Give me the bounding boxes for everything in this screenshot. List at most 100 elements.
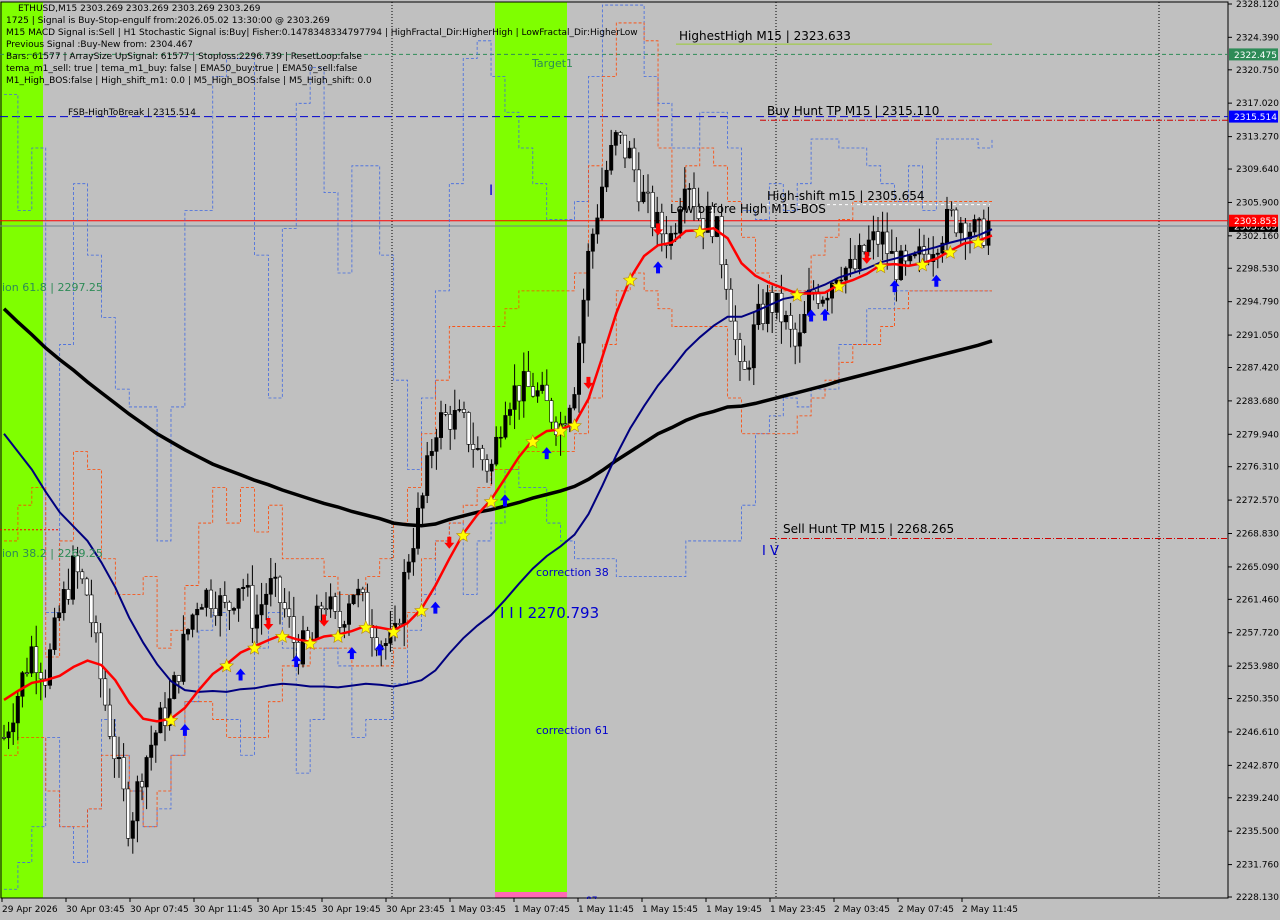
- candle-body: [793, 328, 798, 347]
- sell-hunt-label: Sell Hunt TP M15 | 2268.265: [783, 522, 954, 536]
- candle-body: [448, 414, 453, 430]
- candle: [572, 387, 577, 411]
- price-tag-label: 2303.853: [1234, 217, 1277, 227]
- candle-body: [935, 252, 940, 255]
- candle-body: [944, 208, 949, 244]
- y-tick-label: 2261.460: [1236, 595, 1279, 605]
- candle: [737, 332, 742, 382]
- candle: [714, 216, 719, 238]
- info-line-5: tema_m1_sell: true | tema_m1_buy: false …: [6, 64, 358, 74]
- candle-body: [576, 342, 581, 395]
- candle-body: [149, 744, 154, 758]
- candle-body: [333, 596, 338, 612]
- candle: [581, 288, 586, 364]
- y-tick-label: 2298.530: [1236, 264, 1279, 274]
- candle: [181, 615, 186, 685]
- price-axis[interactable]: 2328.120 2324.390 2320.750 2317.020 2313.270…: [1228, 0, 1280, 920]
- candle-body: [342, 624, 347, 628]
- high-shift-label: High-shift m15 | 2305.654: [767, 189, 925, 203]
- candle-body: [89, 594, 94, 624]
- x-tick-label: 1 May 11:45: [578, 905, 634, 915]
- candle-body: [38, 672, 43, 680]
- candle-body: [747, 367, 752, 370]
- fsb-label: FSB-HighToBreak | 2315.514: [68, 108, 196, 118]
- candle-body: [222, 595, 227, 603]
- candle-body: [397, 623, 402, 625]
- price-chart[interactable]: Target1 HighestHigh M15 | 2323.633 FSB-H…: [0, 0, 1280, 920]
- candle: [61, 581, 66, 621]
- y-tick-label: 2320.750: [1236, 66, 1279, 76]
- candle-body: [204, 589, 209, 608]
- candle: [112, 719, 117, 778]
- candle-body: [346, 603, 351, 625]
- candle: [489, 459, 494, 485]
- candle-body: [314, 605, 319, 640]
- candle: [402, 559, 407, 647]
- candle: [880, 211, 885, 261]
- candle-body: [176, 675, 181, 682]
- candle-body: [526, 371, 531, 387]
- candle-body: [20, 672, 25, 697]
- candle-body: [98, 632, 103, 680]
- candle: [186, 628, 191, 641]
- candle: [411, 527, 416, 576]
- session-highlight-mid: [495, 2, 567, 898]
- candle: [480, 444, 485, 471]
- candle: [604, 160, 609, 193]
- candle-body: [415, 507, 420, 549]
- x-tick-label: 1 May 03:45: [450, 905, 506, 915]
- candle: [232, 606, 237, 615]
- candle-body: [273, 576, 278, 579]
- candle-body: [820, 299, 825, 304]
- candle-body: [475, 448, 480, 450]
- candle-body: [80, 571, 85, 580]
- candle: [107, 688, 112, 740]
- candle-body: [733, 320, 738, 340]
- candle: [172, 671, 177, 700]
- buy-arrow-icon: [179, 723, 190, 736]
- candle-body: [788, 315, 793, 330]
- candle: [903, 244, 908, 276]
- candle-body: [356, 588, 361, 596]
- candle: [429, 438, 434, 469]
- roman-iv-label: I V: [762, 544, 779, 559]
- candle-body: [241, 586, 246, 589]
- candle-body: [126, 788, 131, 839]
- candle-body: [84, 578, 89, 596]
- candle: [866, 225, 871, 257]
- candle: [163, 692, 168, 742]
- x-tick-label: 30 Apr 11:45: [194, 905, 253, 915]
- candle: [89, 579, 94, 638]
- candle-body: [461, 409, 466, 413]
- candle: [98, 623, 103, 698]
- candle-body: [190, 614, 195, 630]
- candle-body: [839, 279, 844, 282]
- candle: [641, 174, 646, 204]
- candle: [958, 217, 963, 247]
- candle-body: [549, 400, 554, 423]
- candle-body: [107, 704, 112, 737]
- y-tick-label: 2228.130: [1236, 893, 1279, 903]
- candle-body: [742, 361, 747, 370]
- candle: [365, 583, 370, 627]
- candle-body: [530, 386, 535, 397]
- candle-body: [425, 455, 430, 496]
- y-tick-label: 2253.980: [1236, 662, 1279, 672]
- candle-body: [337, 611, 342, 628]
- candle-body: [567, 407, 572, 426]
- candle: [627, 140, 632, 159]
- candle: [857, 233, 862, 275]
- candle-body: [172, 675, 177, 699]
- price-tag: 2322.475: [1229, 48, 1278, 61]
- candle: [434, 428, 439, 470]
- candle-body: [471, 444, 476, 450]
- signal-star-icon: [274, 628, 290, 644]
- candle-body: [622, 134, 627, 159]
- candle: [825, 291, 830, 311]
- y-tick-label: 2257.720: [1236, 629, 1279, 639]
- candle-body: [825, 297, 830, 301]
- candle-body: [250, 585, 255, 629]
- candle: [255, 594, 260, 644]
- candle-body: [954, 209, 959, 234]
- candle-body: [52, 617, 57, 650]
